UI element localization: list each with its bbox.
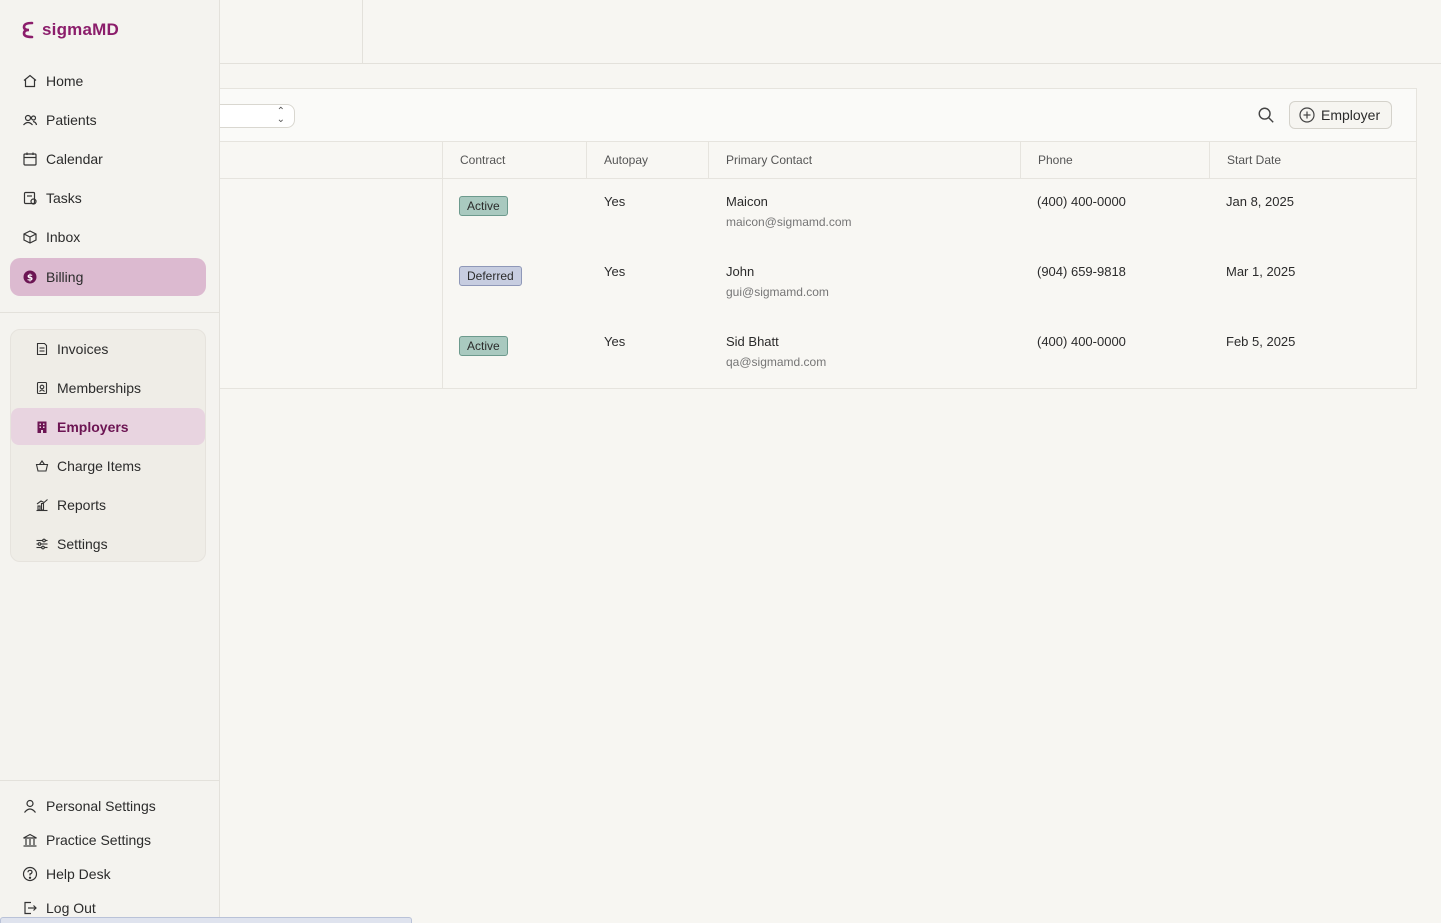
billing-subnav: Invoices Memberships Employers Charge It… [10, 329, 206, 562]
chevron-updown-icon: ⌃ ⌄ [276, 106, 285, 125]
nav-patients[interactable]: Patients [10, 101, 206, 139]
dollar-icon: $ [23, 270, 37, 284]
start-date-cell: Jan 8, 2025 [1226, 194, 1294, 209]
start-date-cell: Mar 1, 2025 [1226, 264, 1296, 279]
employers-panel: ⌃ ⌄ Employer Contract Autopay Primary Con… [180, 88, 1417, 389]
status-badge: Active [459, 196, 508, 216]
bottom-notification-strip[interactable] [0, 917, 412, 923]
autopay-cell: Yes [604, 334, 626, 349]
header-start-date[interactable]: Start Date [1209, 142, 1417, 179]
subnav-invoices[interactable]: Invoices [11, 330, 205, 367]
sidebar-divider [0, 312, 219, 313]
autopay-cell: Yes [604, 194, 626, 209]
start-date-cell: Feb 5, 2025 [1226, 334, 1296, 349]
user-icon [24, 799, 36, 813]
calendar-icon [23, 152, 37, 166]
header-autopay[interactable]: Autopay [586, 142, 709, 179]
chart-icon [36, 498, 48, 511]
contact-email: gui@sigmamd.com [726, 285, 829, 299]
subnav-memberships[interactable]: Memberships [11, 369, 205, 406]
logout-icon [24, 901, 37, 915]
top-bar-divider [362, 0, 363, 63]
nav-label: Practice Settings [46, 832, 152, 848]
nav-help-desk[interactable]: Help Desk [10, 855, 206, 893]
status-badge: Deferred [459, 266, 522, 286]
subnav-charge-items[interactable]: Charge Items [11, 447, 205, 484]
contact-name: Sid Bhatt [726, 334, 779, 349]
contact-cell: Sid Bhatt qa@sigmamd.com [726, 334, 826, 369]
status-badge: Active [459, 336, 508, 356]
nav-home[interactable]: Home [10, 62, 206, 100]
table-toolbar: ⌃ ⌄ Employer [181, 89, 1416, 142]
search-icon[interactable] [1257, 106, 1275, 124]
phone-cell: (400) 400-0000 [1037, 194, 1126, 209]
building-icon [37, 421, 47, 433]
header-contract[interactable]: Contract [442, 142, 587, 179]
contact-email: maicon@sigmamd.com [726, 215, 852, 229]
home-icon [23, 74, 37, 88]
table-row[interactable]: Active Yes Sid Bhatt qa@sigmamd.com (400… [181, 319, 1416, 389]
nav-tasks[interactable]: Tasks [10, 179, 206, 217]
basket-icon [35, 459, 49, 472]
nav-practice-settings[interactable]: Practice Settings [10, 821, 206, 859]
add-employer-label: Employer [1321, 107, 1381, 123]
help-icon [22, 866, 38, 882]
nav-calendar[interactable]: Calendar [10, 140, 206, 178]
contact-email: qa@sigmamd.com [726, 355, 827, 369]
contact-name: John [726, 264, 755, 279]
subnav-label: Reports [57, 496, 107, 513]
membership-icon [36, 381, 48, 394]
inbox-icon [23, 230, 37, 244]
table-row[interactable]: Active Yes Maicon maicon@sigmamd.com (40… [181, 179, 1416, 249]
nav-personal-settings[interactable]: Personal Settings [10, 787, 206, 825]
subnav-label: Invoices [57, 340, 109, 357]
nav-label: Patients [46, 112, 97, 128]
subnav-label: Memberships [57, 379, 142, 396]
nav-inbox[interactable]: Inbox [10, 218, 206, 256]
users-icon [23, 114, 38, 126]
nav-label: Calendar [46, 151, 103, 167]
subnav-label: Settings [57, 535, 108, 552]
table-header: Contract Autopay Primary Contact Phone S… [181, 142, 1416, 179]
subnav-label: Employers [57, 418, 129, 435]
contact-cell: John gui@sigmamd.com [726, 264, 829, 299]
phone-cell: (904) 659-9818 [1037, 264, 1126, 279]
invoice-icon [36, 342, 48, 355]
contact-cell: Maicon maicon@sigmamd.com [726, 194, 852, 229]
sliders-icon [36, 538, 48, 549]
phone-cell: (400) 400-0000 [1037, 334, 1126, 349]
sidebar: sigmaMD Home Patients Calendar Tasks Inb… [0, 0, 220, 923]
nav-billing[interactable]: $ Billing [10, 258, 206, 296]
autopay-cell: Yes [604, 264, 626, 279]
svg-text:$: $ [27, 274, 33, 284]
nav-label: Log Out [46, 900, 96, 916]
contact-name: Maicon [726, 194, 768, 209]
nav-label: Inbox [46, 229, 81, 245]
nav-label: Billing [46, 269, 84, 285]
brand-logo[interactable]: sigmaMD [20, 20, 119, 40]
nav-label: Tasks [46, 190, 82, 206]
subnav-label: Charge Items [57, 457, 142, 474]
practice-icon [23, 833, 37, 847]
brand-name: sigmaMD [42, 20, 119, 39]
tasks-icon [23, 191, 37, 205]
header-primary-contact[interactable]: Primary Contact [708, 142, 1021, 179]
add-employer-button[interactable]: Employer [1289, 101, 1392, 129]
table-row[interactable]: Deferred Yes John gui@sigmamd.com (904) … [181, 249, 1416, 319]
plus-circle-icon [1299, 107, 1315, 123]
subnav-employers[interactable]: Employers [11, 408, 205, 445]
subnav-reports[interactable]: Reports [11, 486, 205, 523]
sigma-logo-icon [22, 21, 34, 39]
nav-label: Home [46, 73, 84, 89]
nav-label: Help Desk [46, 866, 111, 882]
nav-label: Personal Settings [46, 798, 156, 814]
subnav-settings[interactable]: Settings [11, 525, 205, 562]
header-phone[interactable]: Phone [1020, 142, 1210, 179]
sidebar-footer-divider [0, 780, 219, 781]
